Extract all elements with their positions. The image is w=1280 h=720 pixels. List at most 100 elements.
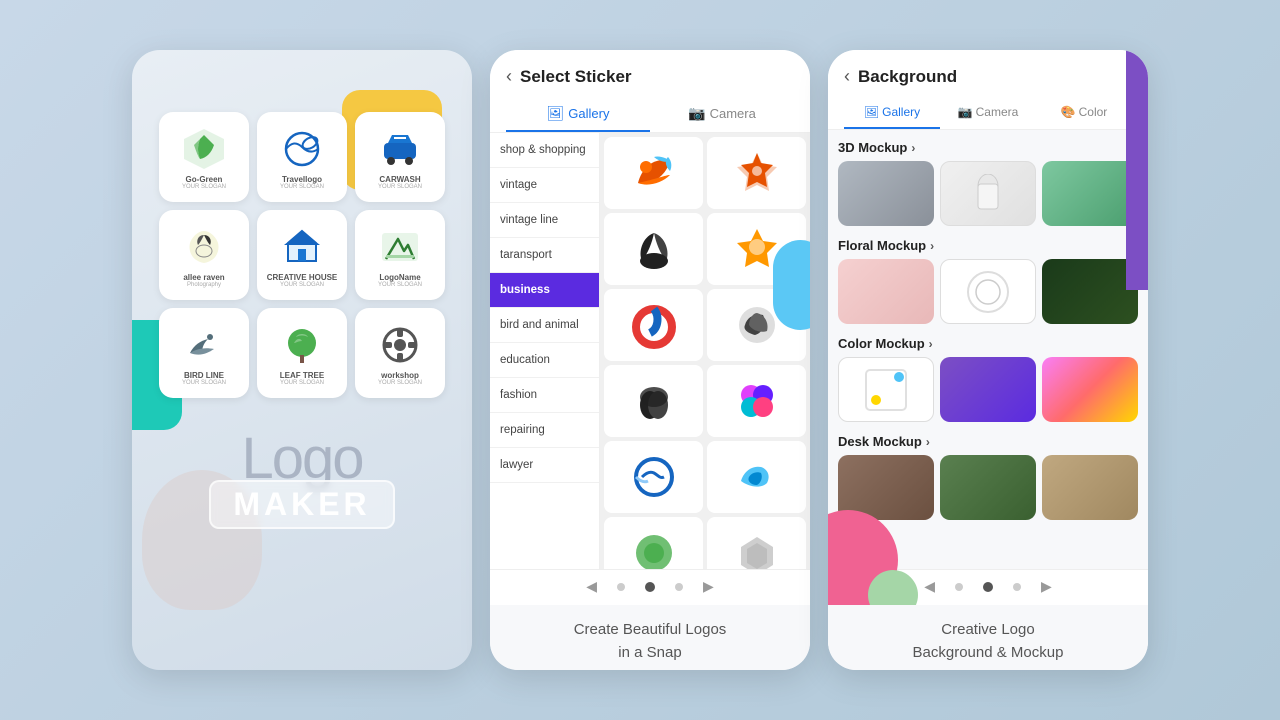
section-3d-label: 3D Mockup: [838, 140, 907, 155]
sticker-11[interactable]: [604, 517, 703, 569]
card3-body: 3D Mockup › Floral Mockup ›: [828, 130, 1148, 569]
thumb-3d-1[interactable]: [838, 161, 934, 226]
card2-header: ‹ Select Sticker 🖼 Gallery 📷 Camera: [490, 50, 810, 133]
thumb-desk-3[interactable]: [1042, 455, 1138, 520]
sticker-3[interactable]: [604, 213, 703, 285]
card3-phone: ‹ Background 🖼 Gallery 📷 Camera 🎨 Color …: [828, 50, 1148, 670]
sticker-2[interactable]: [707, 137, 806, 209]
tab-gallery[interactable]: 🖼 Gallery: [506, 97, 650, 132]
section-desk-mockup: Desk Mockup ›: [838, 434, 1138, 520]
logo-cell-logoname[interactable]: LogoName YOUR SLOGAN: [355, 210, 445, 300]
logo-cell-gogreen[interactable]: Go-Green YOUR SLOGAN: [159, 112, 249, 202]
sticker-12[interactable]: [707, 517, 806, 569]
section-desk-arrow: ›: [926, 435, 930, 449]
thumb-color-1[interactable]: [838, 357, 934, 422]
section-3d-arrow: ›: [911, 141, 915, 155]
logo-cell-gogreen-label: Go-Green: [186, 175, 223, 184]
section-3d-mockup-header[interactable]: 3D Mockup ›: [838, 140, 1138, 155]
card2-back-button[interactable]: ‹: [506, 66, 512, 87]
logo-bottom-text: Logo MAKER: [209, 430, 394, 529]
sticker-1[interactable]: [604, 137, 703, 209]
gallery-icon: 🖼: [547, 105, 565, 122]
section-color-arrow: ›: [929, 337, 933, 351]
cat-taransport[interactable]: taransport: [490, 238, 599, 273]
thumb-floral-2[interactable]: [940, 259, 1036, 324]
sticker-5[interactable]: [604, 289, 703, 361]
logo-cell-travellogo[interactable]: Travellogo YOUR SLOGAN: [257, 112, 347, 202]
section-3d-mockup: 3D Mockup ›: [838, 140, 1138, 226]
card3-gallery-label: Gallery: [882, 105, 920, 119]
logo-cell-leaftree[interactable]: LEAF TREE YOUR SLOGAN: [257, 308, 347, 398]
card2-title-row: ‹ Select Sticker: [506, 66, 794, 87]
cat-lawyer[interactable]: lawyer: [490, 448, 599, 483]
card3-title-row: ‹ Background: [844, 66, 1132, 87]
sticker-9[interactable]: [604, 441, 703, 513]
card2-body: shop & shopping vintage vintage line tar…: [490, 133, 810, 569]
card3-camera-icon: 📷: [958, 105, 973, 119]
card3-caption: Creative Logo Background & Mockup: [828, 605, 1148, 670]
card3-nav-prev[interactable]: ◀: [924, 578, 935, 595]
thumb-color-2[interactable]: [940, 357, 1036, 422]
card1-phone: Go-Green YOUR SLOGAN Travellogo YOUR SLO…: [132, 50, 472, 670]
sticker-8[interactable]: [707, 365, 806, 437]
3d-mockup-thumbs: [838, 161, 1138, 226]
cat-business[interactable]: business: [490, 273, 599, 308]
tab-gallery-label: Gallery: [568, 106, 609, 121]
thumb-color-3[interactable]: [1042, 357, 1138, 422]
section-color-label: Color Mockup: [838, 336, 925, 351]
card3-title: Background: [858, 67, 957, 87]
logo-cell-workshop[interactable]: workshop YOUR SLOGAN: [355, 308, 445, 398]
card3-color-label: Color: [1079, 105, 1108, 119]
logo-cell-travellogo-label: Travellogo: [282, 175, 322, 184]
nav-dot-1: [617, 583, 625, 591]
cat-fashion[interactable]: fashion: [490, 378, 599, 413]
maker-text: MAKER: [209, 480, 394, 529]
section-floral-label: Floral Mockup: [838, 238, 926, 253]
section-floral-arrow: ›: [930, 239, 934, 253]
purple-strip: [1126, 50, 1148, 290]
nav-next-button[interactable]: ▶: [703, 578, 714, 595]
section-color-mockup: Color Mockup ›: [838, 336, 1138, 422]
thumb-3d-3[interactable]: [1042, 161, 1138, 226]
floral-mockup-thumbs: [838, 259, 1138, 324]
cat-vintage[interactable]: vintage: [490, 168, 599, 203]
thumb-floral-1[interactable]: [838, 259, 934, 324]
card3-camera-label: Camera: [976, 105, 1019, 119]
card3-tab-row: 🖼 Gallery 📷 Camera 🎨 Color: [844, 97, 1132, 129]
card3-tab-camera[interactable]: 📷 Camera: [940, 97, 1036, 129]
card3-back-button[interactable]: ‹: [844, 66, 850, 87]
sticker-10[interactable]: [707, 441, 806, 513]
section-floral-header[interactable]: Floral Mockup ›: [838, 238, 1138, 253]
card3-nav-dot-1: [955, 583, 963, 591]
card3-gallery-icon: 🖼: [864, 105, 879, 119]
cat-shop[interactable]: shop & shopping: [490, 133, 599, 168]
logo-cell-creativehouse[interactable]: CREATIVE HOUSE YOUR SLOGAN: [257, 210, 347, 300]
logo-cell-carwash[interactable]: CARWASH YOUR SLOGAN: [355, 112, 445, 202]
card2-phone: ‹ Select Sticker 🖼 Gallery 📷 Camera shop…: [490, 50, 810, 670]
cat-repairing[interactable]: repairing: [490, 413, 599, 448]
section-color-header[interactable]: Color Mockup ›: [838, 336, 1138, 351]
thumb-desk-2[interactable]: [940, 455, 1036, 520]
thumb-3d-2[interactable]: [940, 161, 1036, 226]
card3-nav-dot-2: [983, 582, 993, 592]
card2-nav-bar: ◀ ▶: [490, 569, 810, 605]
card3-tab-gallery[interactable]: 🖼 Gallery: [844, 97, 940, 129]
section-desk-header[interactable]: Desk Mockup ›: [838, 434, 1138, 449]
card3-nav-next[interactable]: ▶: [1041, 578, 1052, 595]
card3-tab-color[interactable]: 🎨 Color: [1036, 97, 1132, 129]
color-mockup-thumbs: [838, 357, 1138, 422]
cat-education[interactable]: education: [490, 343, 599, 378]
sticker-categories: shop & shopping vintage vintage line tar…: [490, 133, 600, 569]
logo-cell-alleeraven[interactable]: allee raven Photography: [159, 210, 249, 300]
card2-title: Select Sticker: [520, 67, 632, 87]
cat-bird-animal[interactable]: bird and animal: [490, 308, 599, 343]
card3-color-icon: 🎨: [1061, 105, 1076, 119]
tab-camera[interactable]: 📷 Camera: [650, 97, 794, 132]
logo-cell-birdline[interactable]: BIRD LINE YOUR SLOGAN: [159, 308, 249, 398]
card3-header: ‹ Background 🖼 Gallery 📷 Camera 🎨 Color: [828, 50, 1148, 130]
thumb-floral-3[interactable]: [1042, 259, 1138, 324]
nav-prev-button[interactable]: ◀: [586, 578, 597, 595]
cat-vintage-line[interactable]: vintage line: [490, 203, 599, 238]
card2-caption: Create Beautiful Logos in a Snap: [490, 605, 810, 670]
sticker-7[interactable]: [604, 365, 703, 437]
